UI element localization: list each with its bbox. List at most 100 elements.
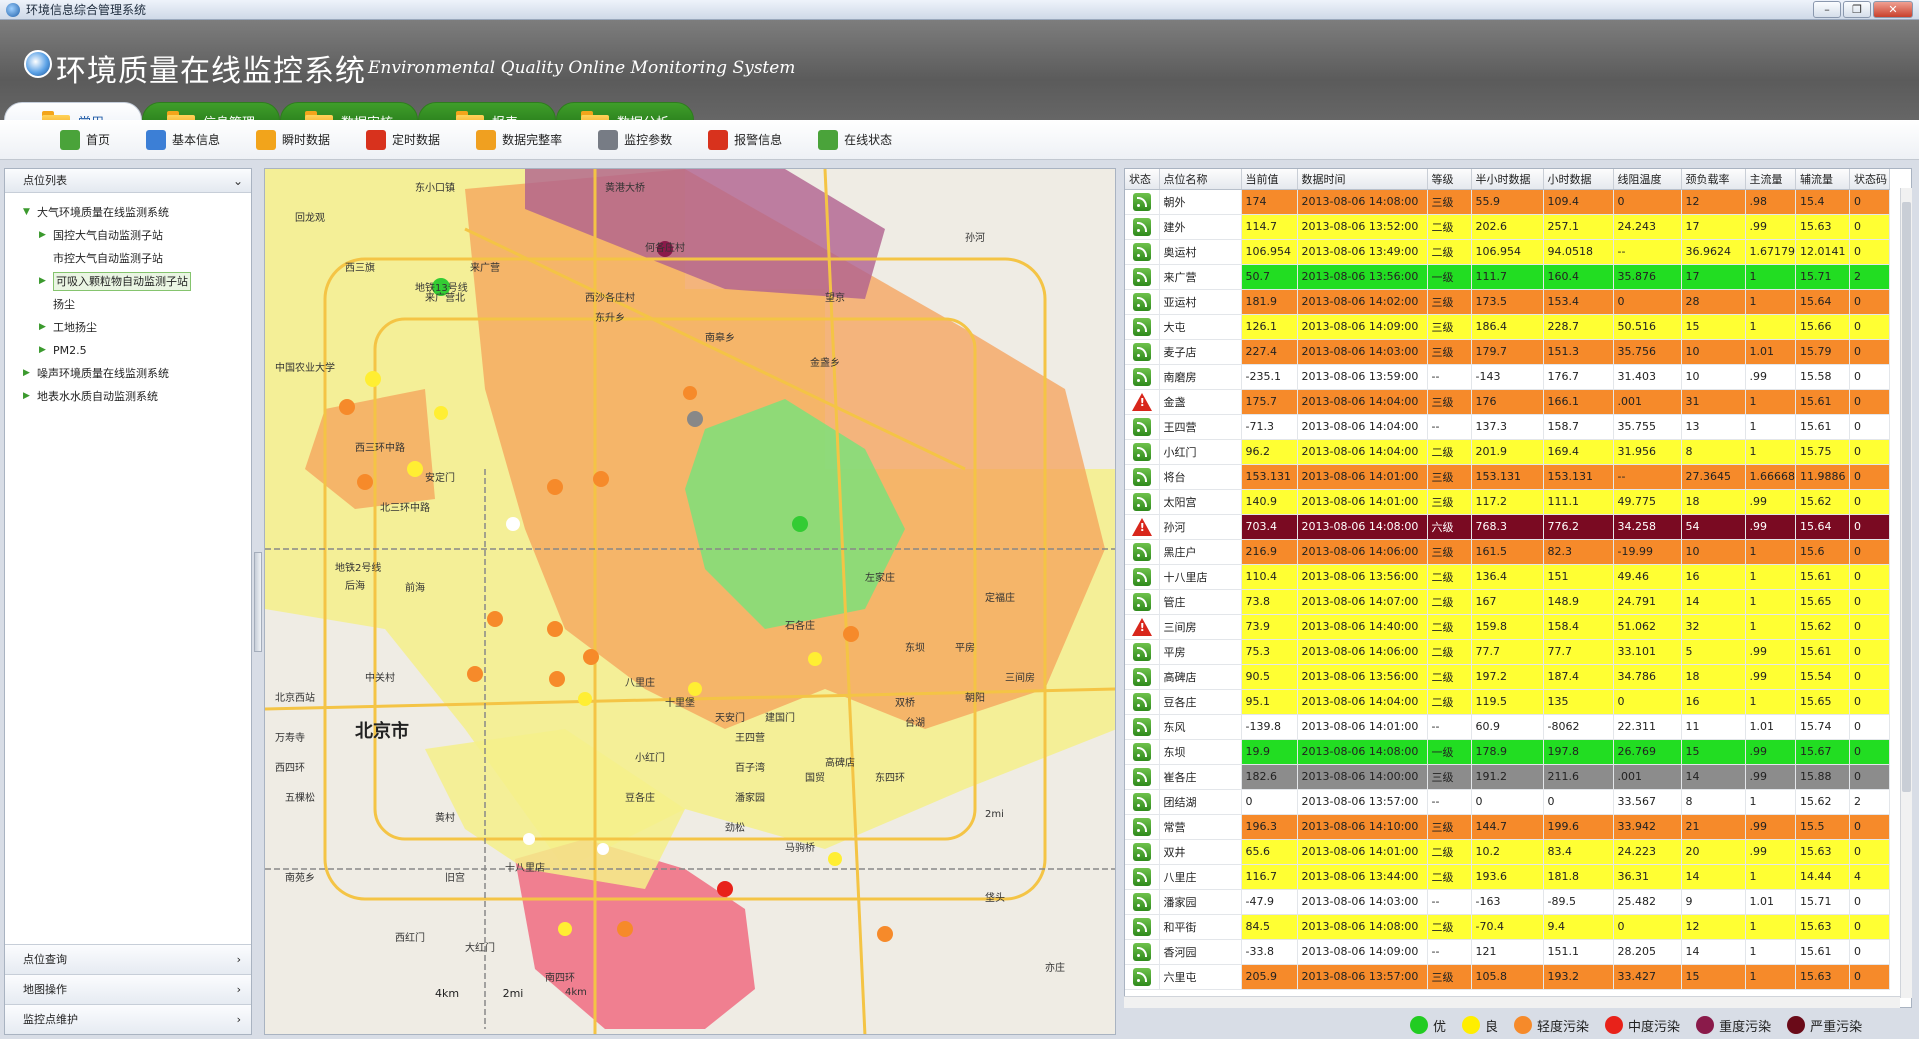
tree-item[interactable]: ▶ 噪声环境质量在线监测系统	[23, 362, 251, 385]
city-label: 北京市	[355, 721, 409, 742]
map-place-label: 高碑店	[825, 758, 855, 769]
data-cell-main: 1.01	[1745, 889, 1796, 915]
table-row[interactable]: 和平街 84.5 2013-08-06 14:08:00 二级 -70.4 9.4 0 12 1…	[1125, 914, 1890, 940]
maximize-button[interactable]: ❐	[1843, 1, 1871, 18]
tree-expand-icon[interactable]: ▼	[23, 201, 37, 224]
column-header[interactable]: 当前值	[1241, 169, 1298, 190]
grid-vertical-scrollbar[interactable]	[1900, 188, 1912, 998]
table-row[interactable]: 六里屯 205.9 2013-08-06 13:57:00 三级 105.8 193.2 3…	[1125, 964, 1890, 990]
map-place-label: 西四环	[275, 763, 305, 774]
tree-item[interactable]: 扬尘	[23, 293, 251, 316]
alarm-icon	[1131, 617, 1152, 636]
panel-splitter[interactable]	[254, 552, 262, 652]
toolbar-button-0[interactable]: 首页	[60, 129, 110, 150]
data-cell-hour: -8062	[1543, 714, 1614, 740]
table-row[interactable]: 豆各庄 95.1 2013-08-06 14:04:00 二级 119.5 135 0 16 1…	[1125, 689, 1890, 715]
map-place-label: 十八里店	[505, 863, 545, 874]
tree-item[interactable]: 市控大气自动监测子站	[23, 247, 251, 270]
column-header[interactable]: 小时数据	[1543, 169, 1614, 190]
table-row[interactable]: 太阳宫 140.9 2013-08-06 14:01:00 三级 117.2 111.1 4…	[1125, 489, 1890, 515]
close-button[interactable]: ✕	[1873, 1, 1913, 18]
tree-item[interactable]: ▶ 地表水水质自动监测系统	[23, 385, 251, 408]
tree-item[interactable]: ▼ 大气环境质量在线监测系统	[23, 201, 251, 224]
tree-expand-icon[interactable]: ▶	[23, 362, 37, 385]
scroll-thumb[interactable]	[1902, 202, 1911, 792]
data-cell-temp: 33.567	[1613, 789, 1682, 815]
toolbar-button-5[interactable]: 监控参数	[598, 129, 672, 150]
online-signal-icon	[1132, 442, 1151, 461]
table-row[interactable]: 黑庄户 216.9 2013-08-06 14:06:00 三级 161.5 82.3 -1…	[1125, 539, 1890, 565]
tree-expand-icon[interactable]: ▶	[39, 339, 53, 362]
column-header[interactable]: 线阻温度	[1613, 169, 1682, 190]
map-place-label: 百子湾	[735, 763, 765, 774]
table-row[interactable]: 八里庄 116.7 2013-08-06 13:44:00 二级 193.6 181.8 3…	[1125, 864, 1890, 890]
table-row[interactable]: 来广营 50.7 2013-08-06 13:56:00 一级 111.7 160.4 35…	[1125, 264, 1890, 290]
minimize-button[interactable]: –	[1813, 1, 1841, 18]
column-header[interactable]: 点位名称	[1159, 169, 1242, 190]
monitor-point-maintenance-panel[interactable]: 监控点维护 ›	[5, 1004, 251, 1034]
tree-item[interactable]: ▶ 工地扬尘	[23, 316, 251, 339]
column-header[interactable]: 状态码	[1849, 169, 1890, 190]
column-header[interactable]: 数据时间	[1297, 169, 1428, 190]
table-row[interactable]: 十八里店 110.4 2013-08-06 13:56:00 二级 136.4 151 49…	[1125, 564, 1890, 590]
table-row[interactable]: 东风 -139.8 2013-08-06 14:01:00 -- 60.9 -8062 22…	[1125, 714, 1890, 740]
table-row[interactable]: 东坝 19.9 2013-08-06 14:08:00 一级 178.9 197.8 26.…	[1125, 739, 1890, 765]
tree-expand-icon[interactable]: ▶	[23, 385, 37, 408]
table-row[interactable]: 双井 65.6 2013-08-06 14:01:00 二级 10.2 83.4 24.22…	[1125, 839, 1890, 865]
toolbar-button-2[interactable]: 瞬时数据	[256, 129, 330, 150]
table-row[interactable]: 团结湖 0 2013-08-06 13:57:00 -- 0 0 33.567 8 1 15.62…	[1125, 789, 1890, 815]
table-row[interactable]: 潘家园 -47.9 2013-08-06 14:03:00 -- -163 -89.5 25…	[1125, 889, 1890, 915]
column-header[interactable]: 等级	[1427, 169, 1472, 190]
data-cell-half: 193.6	[1471, 864, 1544, 890]
data-cell-half: 173.5	[1471, 289, 1544, 315]
tree-item[interactable]: ▶ 国控大气自动监测子站	[23, 224, 251, 247]
column-header[interactable]: 主流量	[1745, 169, 1796, 190]
table-row[interactable]: 金盏175.72013-08-06 14:04:00三级176166.1.001…	[1125, 389, 1890, 415]
map-view[interactable]: 北京市 东小口镇 黄港大桥 西三旗 回龙观 何各庄村 西沙各庄村 来广营 东升乡 地铁13号线来…	[264, 168, 1116, 1035]
tree-expand-icon[interactable]: ▶	[39, 316, 53, 339]
column-header[interactable]: 半小时数据	[1471, 169, 1544, 190]
speaker-icon	[818, 129, 839, 150]
table-row[interactable]: 高碑店 90.5 2013-08-06 13:56:00 二级 197.2 187.4 34…	[1125, 664, 1890, 690]
data-cell-aux: 15.71	[1795, 889, 1850, 915]
data-cell-temp: 22.311	[1613, 714, 1682, 740]
grid-horizontal-scrollbar[interactable]	[1124, 996, 1900, 1008]
table-row[interactable]: 奥运村 106.954 2013-08-06 13:49:00 二级 106.954 94…	[1125, 239, 1890, 265]
table-row[interactable]: 管庄 73.8 2013-08-06 14:07:00 二级 167 148.9 24.79…	[1125, 589, 1890, 615]
toolbar-button-3[interactable]: 定时数据	[366, 129, 440, 150]
table-row[interactable]: 建外 114.7 2013-08-06 13:52:00 二级 202.6 257.1 24…	[1125, 214, 1890, 240]
map-operation-panel[interactable]: 地图操作 ›	[5, 974, 251, 1004]
toolbar-button-6[interactable]: 报警信息	[708, 129, 782, 150]
point-query-panel[interactable]: 点位查询 ›	[5, 944, 251, 974]
chevron-down-icon[interactable]: ⌄	[233, 169, 243, 193]
map-place-label: 西三环中路	[355, 443, 405, 454]
table-row[interactable]: 平房 75.3 2013-08-06 14:06:00 二级 77.7 77.7 33.10…	[1125, 639, 1890, 665]
table-row[interactable]: 亚运村 181.9 2013-08-06 14:02:00 三级 173.5 153.4 0…	[1125, 289, 1890, 315]
data-cell-code: 4	[1849, 864, 1890, 890]
table-row[interactable]: 孙河703.42013-08-06 14:08:00六级768.3776.234…	[1125, 514, 1890, 540]
table-row[interactable]: 南磨房 -235.1 2013-08-06 13:59:00 -- -143 176.7 3…	[1125, 364, 1890, 390]
tree-item[interactable]: ▶ PM2.5	[23, 339, 251, 362]
table-row[interactable]: 朝外 174 2013-08-06 14:08:00 三级 55.9 109.4 0 12.9…	[1125, 189, 1890, 215]
tree-expand-icon[interactable]: ▶	[39, 224, 53, 247]
toolbar-button-1[interactable]: 基本信息	[146, 129, 220, 150]
toolbar-button-4[interactable]: 数据完整率	[476, 129, 562, 150]
table-row[interactable]: 大屯 126.1 2013-08-06 14:09:00 三级 186.4 228.7 50…	[1125, 314, 1890, 340]
table-row[interactable]: 崔各庄 182.6 2013-08-06 14:00:00 三级 191.2 211.6.…	[1125, 764, 1890, 790]
point-list-header[interactable]: 点位列表 ⌄	[5, 169, 251, 193]
toolbar-button-7[interactable]: 在线状态	[818, 129, 892, 150]
column-header[interactable]: 颈负载率	[1681, 169, 1746, 190]
column-header[interactable]: 状态	[1125, 169, 1160, 190]
table-row[interactable]: 小红门 96.2 2013-08-06 14:04:00 二级 201.9 169.4 31…	[1125, 439, 1890, 465]
table-row[interactable]: 香河园 -33.8 2013-08-06 14:09:00 -- 121 151.1 28.…	[1125, 939, 1890, 965]
table-row[interactable]: 常营 196.3 2013-08-06 14:10:00 三级 144.7 199.6 33…	[1125, 814, 1890, 840]
data-cell-code: 0	[1849, 439, 1890, 465]
table-row[interactable]: 将台 153.131 2013-08-06 14:01:00 三级 153.131 153…	[1125, 464, 1890, 490]
column-header[interactable]: 辅流量	[1795, 169, 1850, 190]
tree-item[interactable]: ▶ 可吸入颗粒物自动监测子站	[23, 270, 251, 293]
data-cell-half: 119.5	[1471, 689, 1544, 715]
tree-expand-icon[interactable]: ▶	[39, 270, 53, 293]
table-row[interactable]: 三间房73.92013-08-06 14:40:00二级159.8158.451…	[1125, 614, 1890, 640]
table-row[interactable]: 麦子店 227.4 2013-08-06 14:03:00 三级 179.7 151.3 3…	[1125, 339, 1890, 365]
table-row[interactable]: 王四营 -71.3 2013-08-06 14:04:00 -- 137.3 158.7 3…	[1125, 414, 1890, 440]
